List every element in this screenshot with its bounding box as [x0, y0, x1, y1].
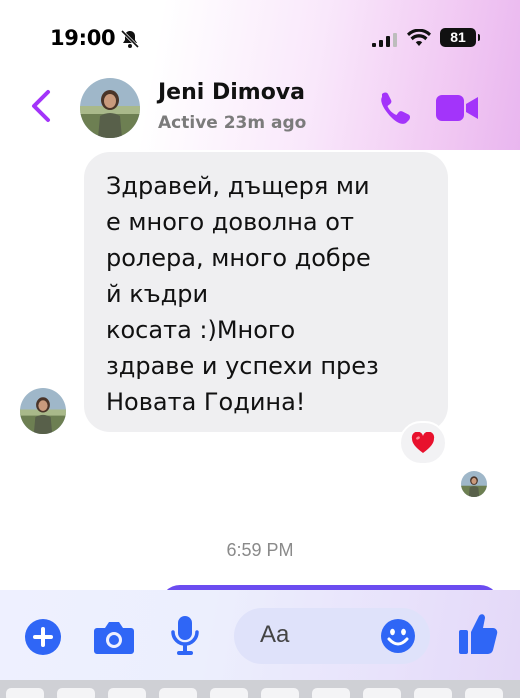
status-bar: 19:00 81: [0, 0, 520, 78]
microphone-icon[interactable]: [170, 614, 200, 656]
phone-icon[interactable]: [374, 88, 414, 128]
contact-name: Jeni Dimova: [158, 80, 305, 105]
avatar[interactable]: [80, 78, 140, 138]
heart-reaction-icon[interactable]: [399, 421, 447, 465]
message-composer: Aa: [0, 590, 520, 680]
emoji-icon[interactable]: [380, 618, 416, 654]
keyboard-key: [363, 688, 401, 698]
wifi-icon: [407, 29, 431, 46]
message-timestamp: 6:59 PM: [226, 540, 294, 560]
keyboard-edge: [0, 680, 520, 698]
keyboard-key: [312, 688, 350, 698]
camera-icon[interactable]: [93, 618, 135, 656]
battery-icon: 81: [440, 28, 480, 47]
status-time: 19:00: [50, 26, 116, 50]
keyboard-key: [465, 688, 503, 698]
chat-header: Jeni Dimova Active 23m ago: [0, 70, 520, 142]
keyboard-key: [108, 688, 146, 698]
sender-avatar[interactable]: [20, 388, 66, 434]
keyboard-key: [159, 688, 197, 698]
keyboard-key: [414, 688, 452, 698]
read-receipt-avatar: [461, 471, 487, 497]
message-bubble[interactable]: Здравей, дъщеря ми е много доволна от ро…: [84, 152, 448, 432]
bell-slash-icon: [120, 29, 140, 49]
keyboard-key: [210, 688, 248, 698]
message-input-placeholder: Aa: [260, 621, 290, 648]
video-camera-icon[interactable]: [434, 90, 480, 126]
plus-circle-icon[interactable]: [24, 618, 62, 656]
back-chevron-icon[interactable]: [28, 88, 54, 124]
message-input[interactable]: Aa: [234, 608, 430, 664]
cellular-signal-icon: [372, 33, 397, 47]
keyboard-key: [261, 688, 299, 698]
keyboard-key: [57, 688, 95, 698]
contact-status: Active 23m ago: [158, 113, 307, 133]
thumbs-up-icon[interactable]: [458, 612, 498, 656]
keyboard-key: [6, 688, 44, 698]
